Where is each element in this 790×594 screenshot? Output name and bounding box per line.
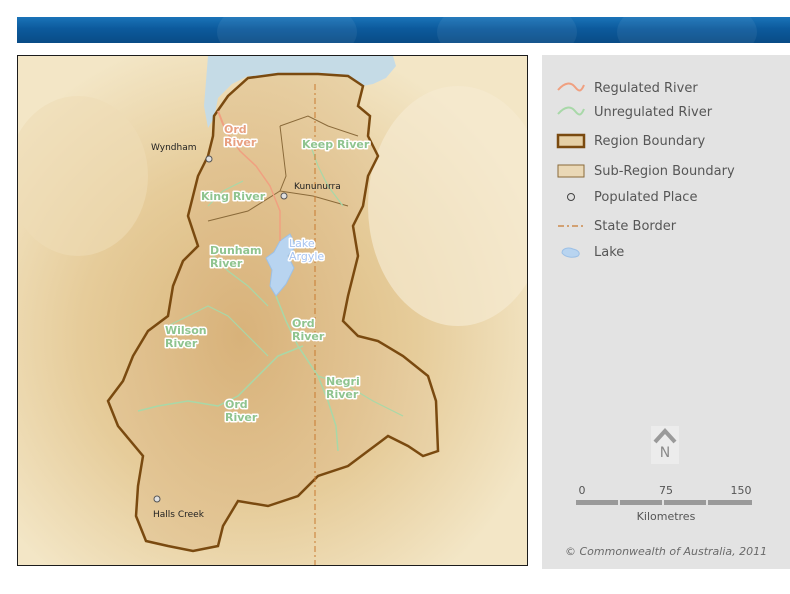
legend-item-state-border: State Border	[556, 216, 676, 236]
legend-item-populated-place: Populated Place	[556, 187, 697, 207]
state-border-icon	[556, 216, 586, 236]
north-arrow-icon	[653, 428, 677, 444]
label-line: River	[326, 388, 359, 401]
label-line: Wilson	[165, 324, 207, 337]
scale-segment	[576, 500, 618, 505]
scale-segment	[664, 500, 706, 505]
legend-item-regulated-river: Regulated River	[556, 78, 698, 98]
label-line: Lake	[289, 237, 315, 250]
legend-label: State Border	[594, 218, 677, 234]
map-canvas[interactable]: Wyndham Kununurra Halls Creek Ord River K…	[18, 56, 528, 566]
label-king-river: King River	[201, 190, 266, 203]
populated-place-icon	[556, 187, 586, 207]
region-boundary-icon	[556, 131, 586, 151]
legend-item-lake: Lake	[556, 242, 624, 262]
label-line: Ord	[225, 398, 248, 411]
scale-bar: 0 75 150 Kilometres	[576, 484, 756, 524]
label-line: River	[225, 411, 258, 424]
label-keep-river: Keep River	[302, 138, 370, 151]
label-line: Ord	[292, 317, 315, 330]
north-letter: N	[659, 445, 671, 461]
copyright-notice: © Commonwealth of Australia, 2011	[565, 545, 768, 558]
scale-segment	[708, 500, 752, 505]
banner-swoosh	[217, 17, 357, 43]
subregion-boundary-icon	[556, 161, 586, 181]
map-panel[interactable]: Wyndham Kununurra Halls Creek Ord River K…	[17, 55, 528, 566]
label-negri-river: Negri River	[326, 375, 360, 401]
legend-label: Regulated River	[594, 80, 698, 96]
scale-tick-label: 0	[578, 484, 586, 497]
regulated-river-icon	[556, 78, 586, 98]
label-line: Negri	[326, 375, 360, 388]
label-line: King River	[201, 190, 266, 203]
label-line: River	[210, 257, 243, 270]
unregulated-river-icon	[556, 102, 586, 122]
label-line: River	[292, 330, 325, 343]
legend-label: Unregulated River	[594, 104, 713, 120]
label-line: River	[224, 136, 257, 149]
legend-item-unregulated-river: Unregulated River	[556, 102, 712, 122]
legend-label: Region Boundary	[594, 133, 706, 149]
legend-item-region-boundary: Region Boundary	[556, 131, 705, 151]
legend-label: Populated Place	[594, 189, 698, 205]
label-line: Ord	[224, 123, 247, 136]
legend-label: Lake	[594, 244, 625, 260]
place-label-halls-creek: Halls Creek	[153, 510, 205, 520]
scale-unit-label: Kilometres	[636, 510, 696, 523]
label-line: River	[165, 337, 198, 350]
scale-tick-label: 75	[659, 484, 673, 497]
lake-icon	[556, 242, 586, 262]
legend-label: Sub-Region Boundary	[594, 163, 735, 179]
label-line: Keep River	[302, 138, 370, 151]
populated-place-icon	[280, 192, 288, 200]
populated-place-icon	[153, 495, 161, 503]
populated-place-icon	[205, 155, 213, 163]
scale-tick-label: 150	[730, 484, 752, 497]
legend-item-subregion-boundary: Sub-Region Boundary	[556, 161, 735, 181]
header-banner	[17, 17, 790, 43]
place-label-wyndham: Wyndham	[151, 143, 196, 153]
north-arrow: N	[651, 426, 679, 464]
place-label-kununurra: Kununurra	[294, 182, 341, 192]
banner-swoosh	[437, 17, 577, 43]
label-line: Dunham	[210, 244, 262, 257]
label-line: Argyle	[289, 250, 324, 263]
banner-swoosh	[617, 17, 757, 43]
scale-segment	[620, 500, 662, 505]
